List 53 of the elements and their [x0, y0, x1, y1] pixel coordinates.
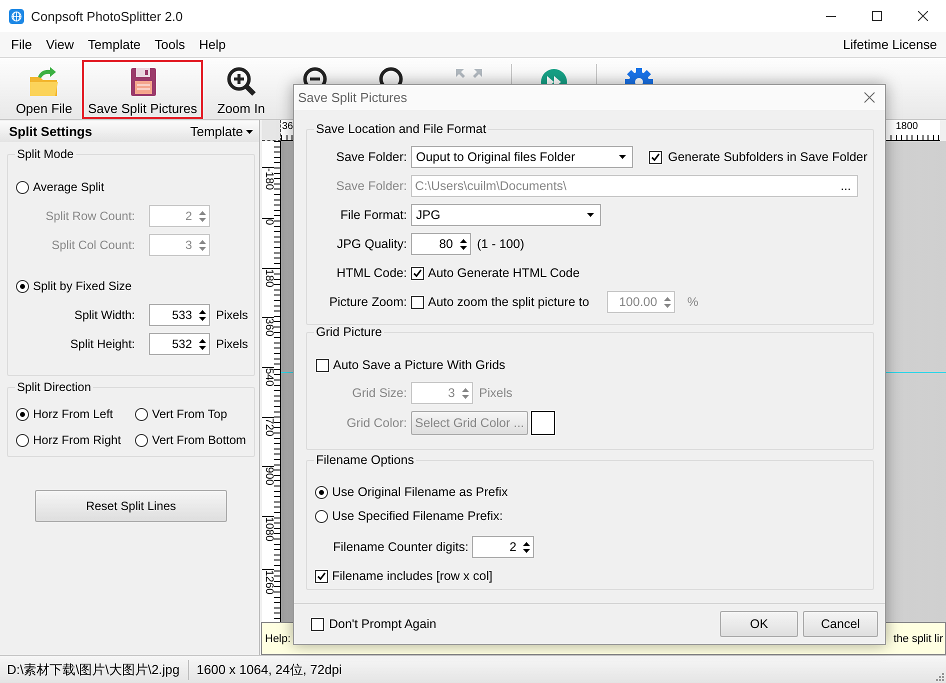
checkbox-label: Auto Generate HTML Code	[428, 266, 580, 280]
ruler-label: 180	[262, 268, 274, 290]
ruler-label: 900	[262, 466, 274, 488]
ruler-label: 1800	[896, 121, 918, 132]
field-label: Grid Color:	[346, 416, 407, 430]
ruler-label: 360	[262, 317, 274, 339]
radio-label: Vert From Bottom	[152, 433, 246, 447]
field-label: Split Row Count:	[44, 209, 135, 223]
help-text: the split lir	[893, 632, 943, 644]
field-label: Split Height:	[69, 337, 135, 351]
radio-label: Horz From Right	[33, 433, 122, 447]
group-title: Filename Options	[314, 453, 416, 468]
radio-label: Average Split	[33, 180, 104, 194]
field-label: HTML Code:	[336, 266, 407, 280]
unit-label: Pixels	[216, 337, 250, 351]
checkbox-label: Filename includes [row x col]	[332, 569, 492, 584]
radio-label: Use Original Filename as Prefix	[332, 485, 508, 500]
field-label: Picture Zoom:	[328, 295, 407, 310]
field-label: File Format:	[339, 208, 407, 222]
panel-title: Split Settings	[9, 124, 92, 139]
group-title: Split Direction	[15, 380, 94, 395]
checkbox-label: Generate Subfolders in Save Folder	[668, 150, 868, 164]
file-path: D:\素材下载\图片\大图片\2.jpg	[7, 660, 180, 678]
ruler-label: 0	[262, 218, 274, 240]
unit-label: Pixels	[479, 386, 512, 400]
radio-label: Horz From Left	[33, 407, 114, 421]
range-label: (1 - 100)	[477, 237, 524, 252]
window-title: Conpsoft PhotoSplitter 2.0	[31, 8, 183, 24]
image-info: 1600 x 1064, 24位, 72dpi	[196, 660, 342, 678]
field-label: Split Col Count:	[50, 238, 135, 252]
field-label: Grid Size:	[351, 386, 407, 400]
checkbox-label: Auto zoom the split picture to	[428, 295, 590, 310]
field-label: Split Width:	[73, 308, 135, 322]
checkbox-label: Don't Prompt Again	[329, 617, 436, 632]
radio-label: Split by Fixed Size	[33, 279, 132, 293]
field-label: Save Folder:	[335, 150, 407, 164]
field-label: Filename Counter digits:	[333, 540, 468, 554]
group-title: Split Mode	[15, 147, 76, 162]
radio-label: Use Specified Filename Prefix:	[332, 509, 503, 524]
ruler-label: -180	[262, 167, 274, 190]
help-label: Help:	[265, 632, 291, 644]
checkbox-label: Auto Save a Picture With Grids	[333, 358, 506, 372]
field-label: JPG Quality:	[336, 237, 407, 252]
ruler-label: 1080	[262, 516, 274, 541]
ruler-label: 540	[262, 367, 274, 389]
radio-label: Vert From Top	[152, 407, 228, 421]
ruler-label: 36	[282, 121, 294, 132]
dialog-title: Save Split Pictures	[298, 90, 408, 106]
unit-label: Pixels	[216, 308, 250, 322]
ruler-label: 720	[262, 416, 274, 438]
unit-label: %	[687, 295, 698, 310]
ruler-label: 1260	[262, 568, 274, 594]
field-label: Save Folder:	[335, 179, 407, 194]
